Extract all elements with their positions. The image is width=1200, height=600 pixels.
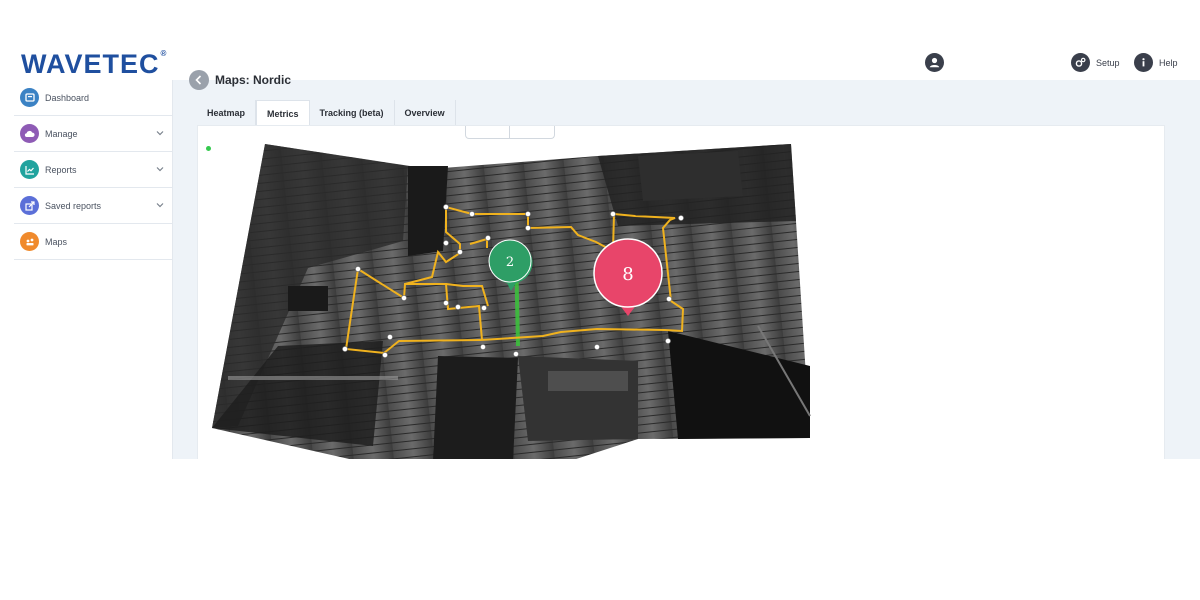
gears-icon bbox=[1071, 53, 1090, 72]
page-header: Maps: Nordic bbox=[189, 70, 291, 90]
tab-overview[interactable]: Overview bbox=[395, 100, 456, 125]
floor-map[interactable]: 2 8 bbox=[198, 126, 1164, 459]
back-arrow-icon[interactable] bbox=[189, 70, 209, 90]
dashboard-icon bbox=[20, 88, 39, 107]
setup-button[interactable]: Setup bbox=[1071, 53, 1120, 72]
floorplan-image bbox=[212, 144, 811, 459]
help-label: Help bbox=[1159, 57, 1178, 68]
cloud-icon bbox=[20, 124, 39, 143]
pin-count-label: 8 bbox=[622, 264, 633, 285]
sidebar-item-reports[interactable]: Reports bbox=[14, 152, 172, 188]
page-title: Maps: Nordic bbox=[215, 73, 292, 87]
sidebar-item-saved-reports[interactable]: Saved reports bbox=[14, 188, 172, 224]
map-icon bbox=[20, 232, 39, 251]
chevron-down-icon[interactable] bbox=[156, 200, 164, 210]
tab-bar: Heatmap Metrics Tracking (beta) Overview bbox=[197, 100, 456, 126]
sidebar-item-label: Manage bbox=[45, 128, 78, 139]
tab-metrics[interactable]: Metrics bbox=[256, 100, 310, 126]
tab-tracking[interactable]: Tracking (beta) bbox=[310, 100, 395, 125]
app-window: WAVETEC® Setup Help Dashboard Manage Rep… bbox=[14, 45, 1200, 459]
wavetec-logo[interactable]: WAVETEC® bbox=[21, 49, 167, 80]
map-panel: 2 8 bbox=[197, 125, 1165, 459]
sidebar: Dashboard Manage Reports Saved reports M… bbox=[14, 80, 173, 459]
setup-label: Setup bbox=[1096, 57, 1120, 68]
user-avatar-icon[interactable] bbox=[925, 53, 944, 72]
sidebar-item-manage[interactable]: Manage bbox=[14, 116, 172, 152]
tab-heatmap[interactable]: Heatmap bbox=[197, 100, 257, 125]
chart-icon bbox=[20, 160, 39, 179]
pin-count-label: 2 bbox=[506, 255, 514, 270]
sidebar-item-maps[interactable]: Maps bbox=[14, 224, 172, 260]
sidebar-item-label: Maps bbox=[45, 236, 68, 247]
main-content: Maps: Nordic Heatmap Metrics Tracking (b… bbox=[173, 70, 1200, 459]
sidebar-item-label: Dashboard bbox=[45, 92, 90, 103]
share-icon bbox=[20, 196, 39, 215]
help-button[interactable]: Help bbox=[1134, 53, 1178, 72]
sidebar-item-label: Saved reports bbox=[45, 200, 102, 211]
chevron-down-icon[interactable] bbox=[156, 128, 164, 138]
logo-registered-mark: ® bbox=[160, 49, 168, 58]
sidebar-item-dashboard[interactable]: Dashboard bbox=[14, 80, 172, 116]
info-icon bbox=[1134, 53, 1153, 72]
logo-text: WAVETEC bbox=[21, 49, 160, 79]
chevron-down-icon[interactable] bbox=[156, 164, 164, 174]
sidebar-item-label: Reports bbox=[45, 164, 77, 175]
